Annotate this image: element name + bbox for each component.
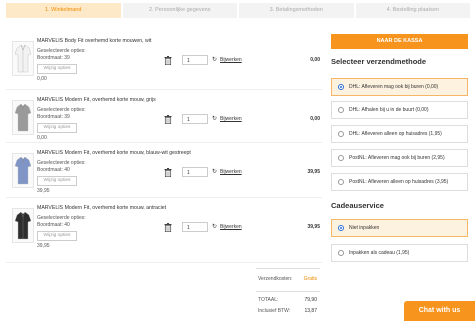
edit-options-button[interactable]: Wijzig opties: [37, 64, 77, 74]
radio-button[interactable]: [338, 84, 344, 90]
unit-price: 0,00: [37, 76, 47, 82]
cart-item: MARVELIS Modern Fit, overhemd korte mouw…: [6, 95, 322, 141]
edit-options-button[interactable]: Wijzig opties: [37, 231, 77, 241]
product-name[interactable]: MARVELIS Modern Fit, overhemd korte mouw…: [37, 205, 166, 211]
product-image[interactable]: [12, 100, 34, 135]
update-link[interactable]: Bijwerken: [220, 57, 242, 63]
quantity-input[interactable]: 1: [182, 55, 208, 65]
refresh-icon[interactable]: ↻: [212, 168, 217, 175]
refresh-icon[interactable]: ↻: [212, 56, 217, 63]
trash-icon[interactable]: [164, 56, 172, 65]
update-link[interactable]: Bijwerken: [220, 169, 242, 175]
radio-button[interactable]: [338, 155, 344, 161]
totals-divider: [256, 268, 320, 269]
quantity-input[interactable]: 1: [182, 222, 208, 232]
gift-option[interactable]: Inpakken als cadeau (1,95): [331, 244, 468, 262]
shipping-option[interactable]: PostNL: Afleveren mag ook bij buren (2,9…: [331, 149, 468, 167]
collar-size: Boordmaat: 40: [37, 222, 70, 228]
line-total: 0,00: [310, 57, 320, 63]
product-image[interactable]: [12, 153, 34, 188]
checkout-button[interactable]: NAAR DE KASSA: [331, 34, 468, 49]
options-label: Geselecteerde opties:: [37, 107, 86, 113]
update-link[interactable]: Bijwerken: [220, 116, 242, 122]
edit-options-button[interactable]: Wijzig opties: [37, 123, 77, 133]
vat-label: Inclusief BTW:: [258, 308, 291, 314]
step-place-order[interactable]: 4. Bestelling plaatsen: [355, 3, 470, 18]
gift-option[interactable]: Niet inpakken: [331, 219, 468, 237]
option-label: PostNL: Afleveren alleen op huisadres (3…: [349, 179, 449, 185]
total-label: TOTAAL:: [258, 297, 279, 303]
product-name[interactable]: MARVELIS Modern Fit, overhemd korte mouw…: [37, 150, 191, 156]
chat-button[interactable]: Chat with us: [404, 301, 475, 321]
row-divider: [6, 142, 322, 143]
shipping-method-title: Selecteer verzendmethode: [331, 57, 427, 66]
trash-icon[interactable]: [164, 223, 172, 232]
trash-icon[interactable]: [164, 168, 172, 177]
shirt-icon: [13, 154, 33, 187]
shipping-cost-label: Verzendkosten:: [258, 276, 293, 282]
product-name[interactable]: MARVELIS Body Fit overhemd korte mouwen,…: [37, 38, 151, 44]
cart-item: MARVELIS Modern Fit, overhemd korte mouw…: [6, 203, 322, 249]
edit-options-button[interactable]: Wijzig opties: [37, 176, 77, 186]
unit-price: 39,95: [37, 243, 50, 249]
option-label: DHL: Afhalen bij u in de buurt (0,00): [349, 107, 429, 113]
product-name[interactable]: MARVELIS Modern Fit, overhemd korte mouw…: [37, 97, 156, 103]
option-label: PostNL: Afleveren mag ook bij buren (2,9…: [349, 155, 445, 161]
shirt-icon: [13, 209, 33, 242]
trash-icon[interactable]: [164, 115, 172, 124]
gift-service-title: Cadeauservice: [331, 201, 384, 210]
cart-item: MARVELIS Body Fit overhemd korte mouwen,…: [6, 36, 322, 82]
totals-divider: [256, 291, 320, 292]
option-label: Inpakken als cadeau (1,95): [349, 250, 410, 256]
update-link[interactable]: Bijwerken: [220, 224, 242, 230]
row-divider: [6, 89, 322, 90]
quantity-input[interactable]: 1: [182, 114, 208, 124]
unit-price: 0,00: [37, 135, 47, 141]
refresh-icon[interactable]: ↻: [212, 115, 217, 122]
collar-size: Boordmaat: 40: [37, 167, 70, 173]
radio-button[interactable]: [338, 250, 344, 256]
options-label: Geselecteerde opties:: [37, 160, 86, 166]
option-label: DHL: Afleveren mag ook bij buren (0,00): [349, 84, 439, 90]
option-label: DHL: Afleveren alleen op huisadres (1,95…: [349, 131, 442, 137]
line-total: 39,95: [307, 169, 320, 175]
options-label: Geselecteerde opties:: [37, 48, 86, 54]
shirt-icon: [13, 42, 33, 75]
unit-price: 39,95: [37, 188, 50, 194]
collar-size: Boordmaat: 39: [37, 114, 70, 120]
line-total: 39,95: [307, 224, 320, 230]
step-personal-details[interactable]: 2. Persoonlijke gegevens: [122, 3, 237, 18]
shipping-option[interactable]: DHL: Afhalen bij u in de buurt (0,00): [331, 101, 468, 119]
shipping-cost-value: Gratis: [303, 276, 317, 282]
shipping-option[interactable]: DHL: Afleveren alleen op huisadres (1,95…: [331, 125, 468, 143]
radio-button[interactable]: [338, 179, 344, 185]
options-label: Geselecteerde opties:: [37, 215, 86, 221]
radio-button[interactable]: [338, 107, 344, 113]
shipping-option[interactable]: PostNL: Afleveren alleen op huisadres (3…: [331, 173, 468, 191]
radio-button[interactable]: [338, 131, 344, 137]
radio-button[interactable]: [338, 225, 344, 231]
refresh-icon[interactable]: ↻: [212, 223, 217, 230]
step-payment-methods[interactable]: 3. Betalingsmethoden: [239, 3, 354, 18]
total-value: 79,90: [304, 297, 317, 303]
vat-value: 13,87: [304, 308, 317, 314]
product-image[interactable]: [12, 208, 34, 243]
shirt-icon: [13, 101, 33, 134]
collar-size: Boordmaat: 39: [37, 55, 70, 61]
product-image[interactable]: [12, 41, 34, 76]
cart-item: MARVELIS Modern Fit, overhemd korte mouw…: [6, 148, 322, 194]
quantity-input[interactable]: 1: [182, 167, 208, 177]
checkout-steps: 1. Winkelmand 2. Persoonlijke gegevens 3…: [6, 3, 470, 18]
option-label: Niet inpakken: [349, 225, 380, 231]
line-total: 0,00: [310, 116, 320, 122]
row-divider: [6, 262, 322, 263]
step-cart[interactable]: 1. Winkelmand: [6, 3, 121, 18]
shipping-option[interactable]: DHL: Afleveren mag ook bij buren (0,00): [331, 78, 468, 96]
row-divider: [6, 197, 322, 198]
